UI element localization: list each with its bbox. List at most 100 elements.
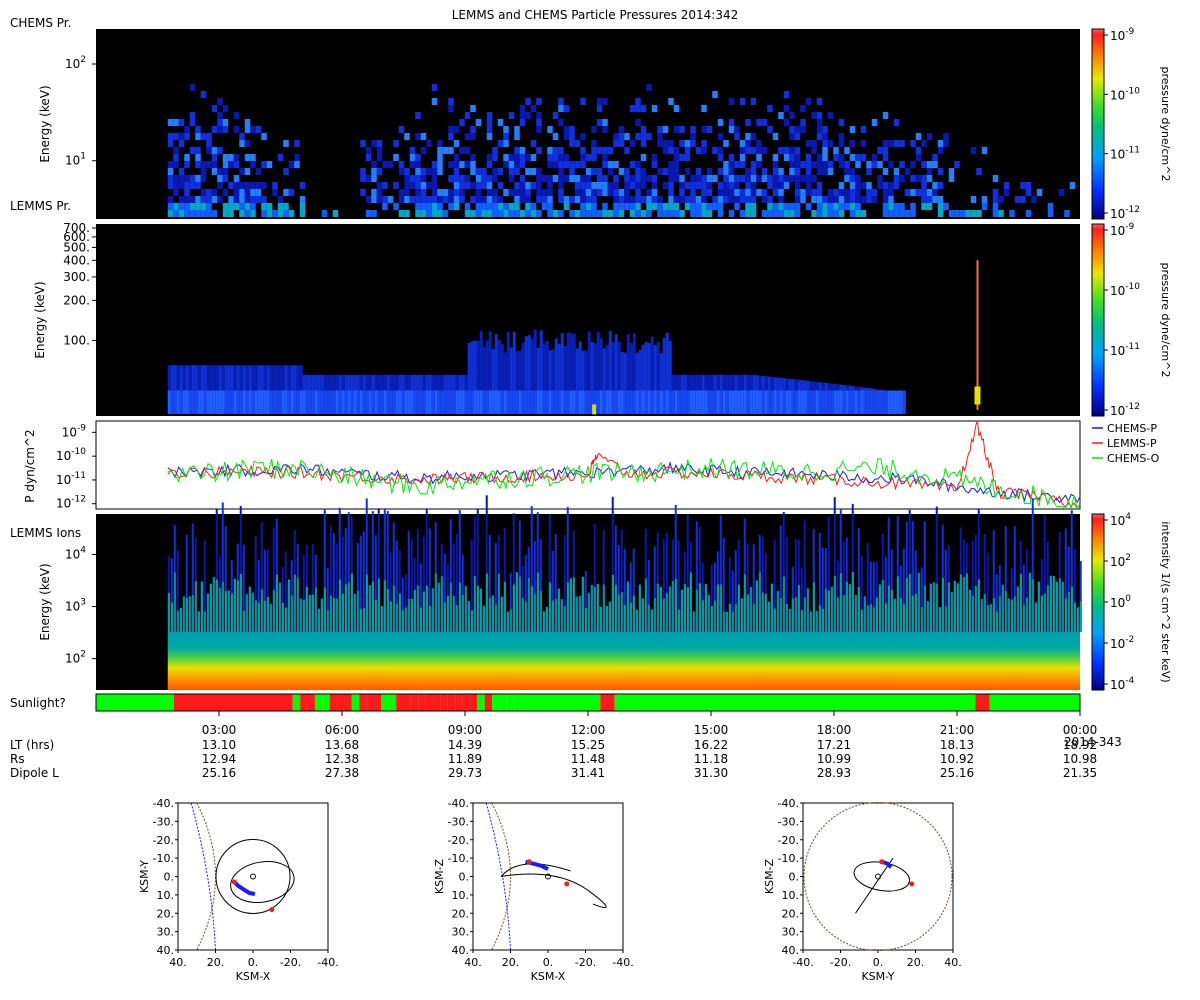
chems-cell — [244, 210, 251, 217]
chems-cell — [860, 126, 867, 133]
chems-cell — [525, 203, 531, 210]
chems-cell — [431, 203, 438, 210]
orbit-x-tick-label: 40. — [944, 956, 962, 969]
chems-cell — [563, 161, 570, 168]
chems-cell — [860, 210, 867, 217]
chems-cell — [398, 196, 405, 203]
chems-cell — [519, 112, 526, 119]
chems-cell — [365, 154, 372, 161]
ions-column — [614, 584, 617, 632]
chems-cell — [563, 196, 570, 203]
ions-column — [539, 590, 542, 632]
ions-column — [1031, 579, 1034, 632]
chems-cell — [255, 182, 262, 189]
chems-cell — [624, 168, 630, 175]
chems-cell — [200, 133, 207, 140]
lemms-pr-cell — [329, 390, 333, 414]
chems-cell — [827, 189, 834, 196]
chems-cell — [514, 182, 520, 189]
lemms-pr-cell — [812, 390, 816, 414]
lemms-pr-cell — [644, 390, 648, 414]
chems-cell — [173, 119, 179, 126]
ephemeris-value: 31.30 — [694, 766, 728, 780]
ions-column — [812, 582, 815, 632]
chems-cell — [745, 140, 751, 147]
ions-column — [896, 576, 899, 632]
chems-cell — [767, 182, 773, 189]
chems-cell — [211, 168, 218, 175]
chems-cell — [404, 182, 410, 189]
time-tick-label: 18:00 — [817, 723, 852, 737]
y-tick-label: 10-12 — [56, 495, 86, 511]
chems-cell — [855, 210, 861, 217]
chems-cell — [629, 161, 636, 168]
ions-column — [683, 584, 686, 632]
chems-cell — [728, 196, 735, 203]
chems-cell — [827, 210, 834, 217]
chems-cell — [635, 98, 641, 105]
ions-column — [440, 576, 443, 632]
pressure-plot-area — [95, 420, 1081, 510]
chems-cell — [618, 210, 625, 217]
chems-cell — [486, 175, 493, 182]
lemms-pr-cell — [686, 390, 690, 414]
lemms-pr-cell — [476, 390, 480, 414]
chems-cell — [613, 182, 619, 189]
orbit-x-tick-label: 40. — [464, 956, 482, 969]
chems-cell — [800, 126, 806, 133]
ions-column — [353, 593, 356, 632]
chems-cell — [750, 98, 757, 105]
chems-cell — [761, 147, 768, 154]
chems-cell — [684, 168, 691, 175]
chems-cell — [277, 196, 284, 203]
chems-cell — [701, 196, 707, 203]
chems-cell — [838, 203, 845, 210]
ions-column — [782, 512, 785, 577]
chems-cell — [569, 210, 575, 217]
chems-cell — [497, 196, 504, 203]
ions-column — [863, 596, 866, 632]
lemms-pr-cell — [755, 390, 759, 414]
lemms-pr-cell — [719, 390, 723, 414]
ions-column — [605, 605, 608, 632]
orbit-plot-yz: -40.-30.-20.-10.0.10.20.30.40.-40. -20. 0.… — [763, 797, 962, 983]
colorbar-tick-label: 10-2 — [1110, 635, 1134, 651]
chems-cell — [376, 189, 383, 196]
ephemeris-rows: LT (hrs) 13.10 13.68 14.39 15.25 16.22 17.21 18… — [10, 738, 1097, 780]
chems-cell — [618, 126, 625, 133]
ions-column — [764, 553, 767, 594]
ions-column — [290, 595, 293, 632]
pressure-line-panel: 10-910-1010-1110-12 P dyn/cm^2 CHEMS-PLE… — [23, 420, 1160, 511]
ions-column — [920, 607, 923, 632]
chems-cell — [668, 140, 674, 147]
chems-cell — [558, 105, 564, 112]
chems-cell — [723, 182, 729, 189]
chems-cell — [167, 119, 174, 126]
ions-column — [413, 557, 416, 590]
lemms-pr-cell — [599, 390, 603, 414]
lemms-pr-cell — [824, 390, 828, 414]
chems-cell — [178, 140, 185, 147]
lemms-pr-cell — [692, 390, 696, 414]
chems-cell — [409, 175, 416, 182]
ions-column — [455, 605, 458, 632]
ions-column — [344, 584, 347, 632]
colorbar-tick-label: 10-9 — [1110, 222, 1135, 238]
ephemeris-value: 21.35 — [1063, 766, 1097, 780]
chems-cell — [651, 189, 658, 196]
chems-cell — [497, 203, 504, 210]
chems-cell — [222, 154, 229, 161]
chems-cell — [360, 168, 366, 175]
sunlight-segment — [447, 694, 456, 711]
chems-cell — [607, 161, 614, 168]
ions-column — [803, 597, 806, 632]
chems-cell — [541, 196, 548, 203]
ions-column — [440, 543, 443, 577]
chems-cell — [453, 168, 460, 175]
sunlight-segment — [314, 694, 323, 711]
ions-column — [488, 597, 491, 632]
chems-cell — [217, 175, 223, 182]
ions-column — [689, 572, 692, 632]
chems-cell — [640, 126, 647, 133]
orbit-y-tick-label: -40. — [153, 797, 174, 810]
